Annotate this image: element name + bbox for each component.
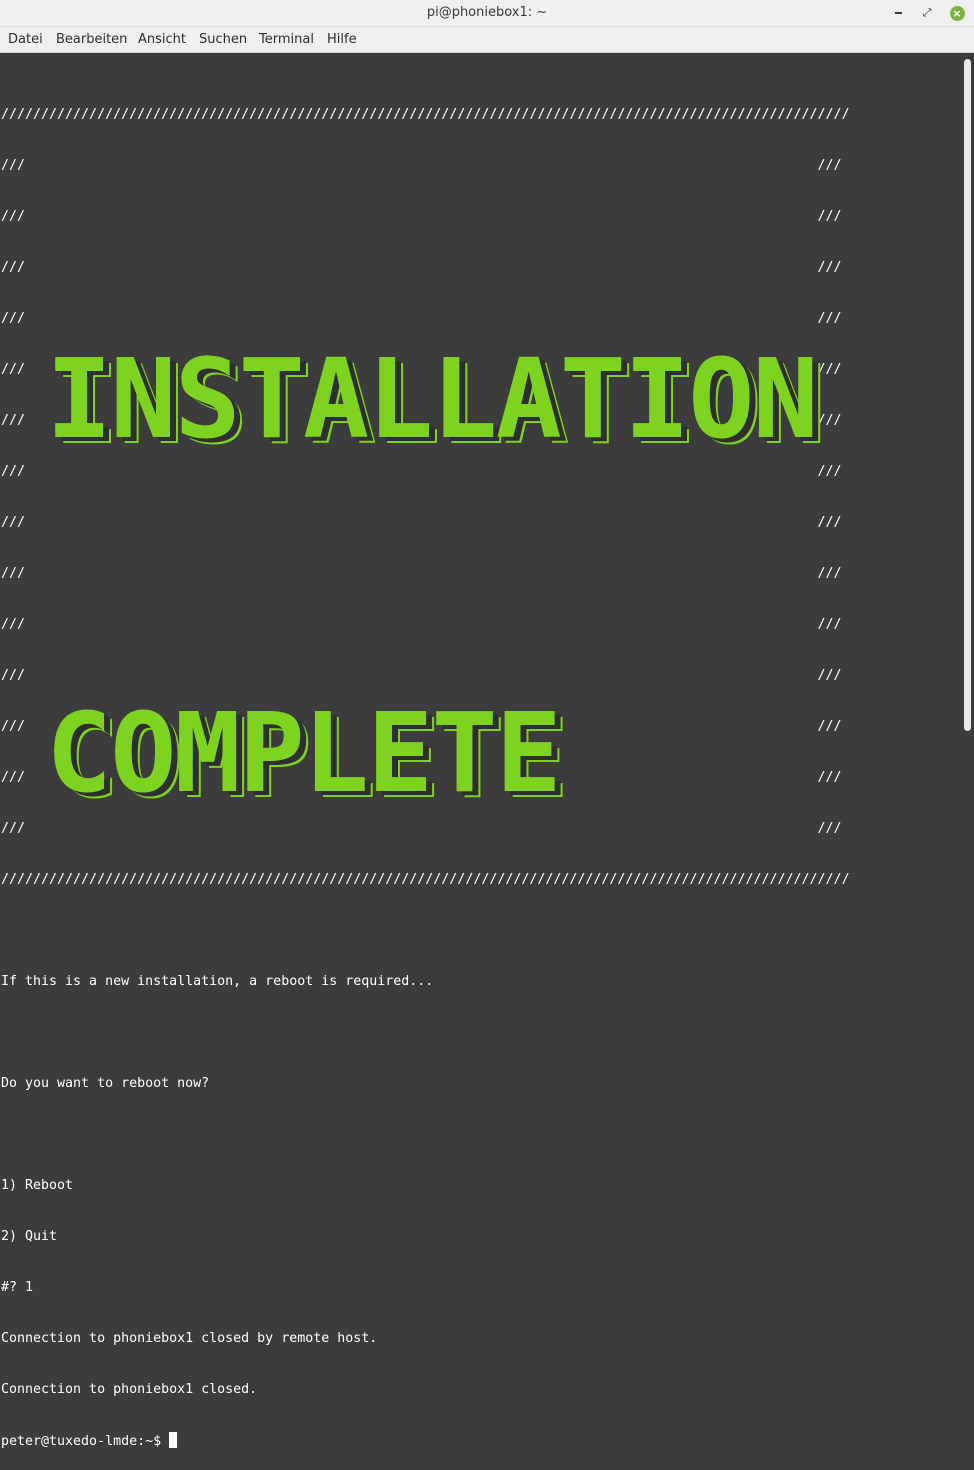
terminal-line: Connection to phoniebox1 closed. (1, 1382, 258, 1397)
window-titlebar[interactable]: pi@phoniebox1: ~ ⤢ × (0, 0, 974, 27)
terminal-line: 1) Reboot (1, 1178, 74, 1193)
banner-line: COMPLETE (46, 689, 562, 817)
terminal-line: Connection to phoniebox1 closed by remot… (1, 1331, 378, 1346)
menu-terminal[interactable]: Terminal (259, 32, 314, 47)
scrollbar-thumb[interactable] (964, 59, 971, 731)
terminal-line: #? 1 (1, 1280, 34, 1295)
text-cursor (169, 1432, 178, 1448)
banner-line: INSTALLATION (46, 335, 819, 463)
close-button[interactable]: × (948, 4, 966, 22)
terminal-prompt-line: peter@tuxedo-lmde:~$ (1, 1432, 850, 1449)
terminal-line: Do you want to reboot now? (1, 1076, 210, 1091)
maximize-button[interactable]: ⤢ (918, 4, 936, 22)
terminal-line: 2) Quit (1, 1229, 58, 1244)
minimize-icon (894, 12, 902, 14)
menu-bar: Datei Bearbeiten Ansicht Suchen Terminal… (0, 27, 974, 53)
menu-hilfe[interactable]: Hilfe (327, 32, 357, 47)
minimize-button[interactable] (889, 4, 907, 22)
close-icon: × (949, 5, 965, 21)
terminal-scrollbar[interactable] (961, 53, 974, 735)
restore-icon: ⤢ (922, 6, 932, 19)
menu-datei[interactable]: Datei (8, 32, 43, 47)
menu-ansicht[interactable]: Ansicht (138, 32, 186, 47)
menu-bearbeiten[interactable]: Bearbeiten (56, 32, 127, 47)
menu-suchen[interactable]: Suchen (199, 32, 247, 47)
shell-prompt: peter@tuxedo-lmde:~$ (1, 1434, 170, 1449)
terminal-line: If this is a new installation, a reboot … (1, 974, 434, 989)
ascii-banner: INSTALLATION COMPLETE (46, 104, 819, 930)
window-title: pi@phoniebox1: ~ (426, 5, 548, 20)
